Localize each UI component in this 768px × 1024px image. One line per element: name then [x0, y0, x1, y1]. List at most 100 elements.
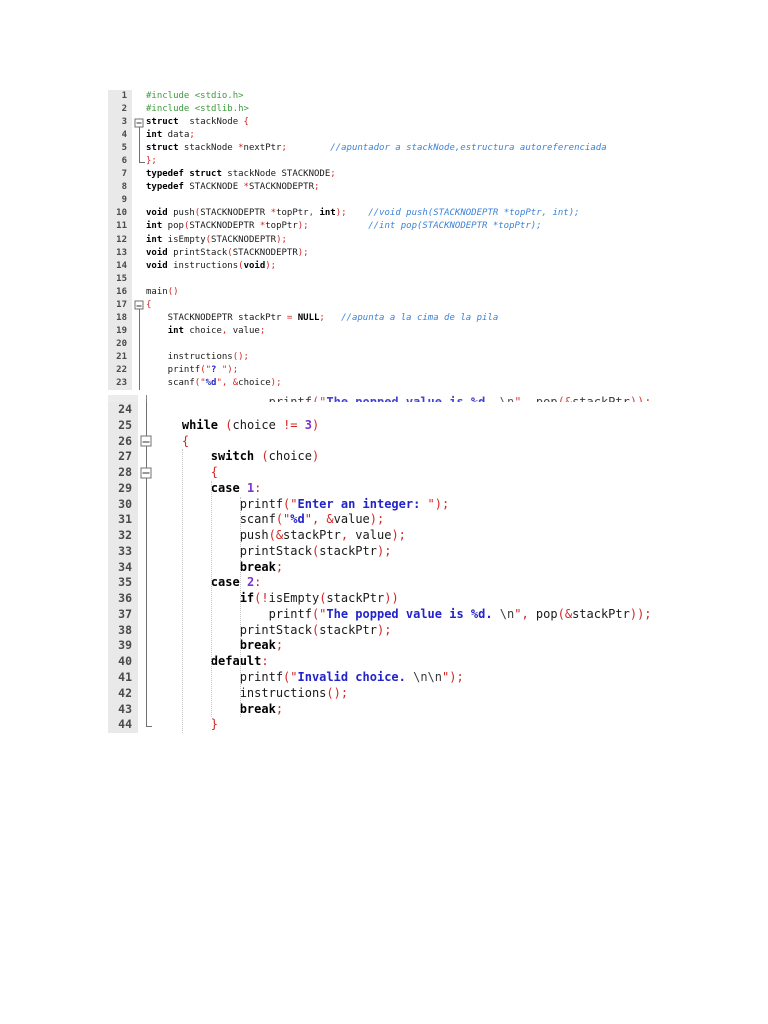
fold-marker — [138, 480, 153, 497]
line-number: 5 — [108, 142, 132, 156]
code-screenshot-bottom: printf("The popped value is %d. \n", pop… — [108, 395, 652, 734]
code-line-6: 6}; — [108, 155, 607, 169]
fold-marker — [132, 259, 146, 273]
line-number: 6 — [108, 155, 132, 169]
fold-marker — [138, 433, 153, 450]
line-number: 23 — [108, 377, 132, 391]
fold-marker — [138, 449, 153, 466]
line-number: 32 — [108, 528, 138, 544]
code-text: printf("Enter an integer: "); — [153, 496, 450, 511]
fold-collapse-icon — [134, 118, 144, 128]
code-text: scanf("%d", &choice); — [146, 378, 282, 389]
code-line-32: 32 push(&stackPtr, value); — [108, 528, 652, 544]
line-number: 22 — [108, 363, 132, 378]
line-number: 13 — [108, 246, 132, 260]
line-number: 15 — [108, 272, 132, 286]
code-line-27: 27 switch (choice) — [108, 449, 652, 466]
line-number: 29 — [108, 480, 138, 497]
code-line-15: 15 — [108, 272, 607, 286]
fold-marker — [132, 233, 146, 247]
code-text: printf("The popped value is %d. \n", pop… — [153, 606, 652, 621]
line-number: 38 — [108, 622, 138, 639]
fold-marker — [132, 246, 146, 260]
code-line-35: 35 case 2: — [108, 575, 652, 592]
fold-marker — [132, 194, 146, 208]
code-line-18: 18 STACKNODEPTR stackPtr = NULL; //apunt… — [108, 311, 607, 325]
line-number: 2 — [108, 103, 132, 117]
fold-marker — [138, 638, 153, 655]
line-number: 16 — [108, 285, 132, 299]
code-text: case 2: — [210, 575, 262, 590]
code-text: case 1: — [210, 480, 262, 495]
code-text: printf("? "); — [146, 364, 239, 375]
line-number: 26 — [108, 433, 138, 450]
code-line-31: 31 scanf("%d", &value); — [108, 512, 652, 529]
code-text: struct stackNode { — [146, 117, 249, 128]
line-number: 25 — [108, 417, 138, 434]
code-text: { — [210, 465, 219, 480]
line-number: 34 — [108, 559, 138, 576]
code-text: main() — [146, 286, 179, 297]
fold-marker — [132, 142, 146, 156]
line-number: 18 — [108, 311, 132, 325]
line-number: 14 — [108, 259, 132, 273]
code-line-39: 39 break; — [108, 638, 652, 655]
fold-marker — [132, 311, 146, 325]
code-line-43: 43 break; — [108, 701, 652, 718]
fold-marker — [138, 717, 153, 734]
line-number: 44 — [108, 717, 138, 734]
line-number — [108, 395, 138, 402]
code-line-5: 5 struct stackNode *nextPtr; //apuntador … — [108, 142, 607, 156]
fold-marker — [138, 575, 153, 592]
fold-marker — [138, 402, 153, 418]
line-number: 31 — [108, 512, 138, 529]
fold-marker — [132, 155, 146, 169]
fold-marker — [138, 496, 153, 513]
fold-marker — [132, 103, 146, 117]
code-text: int choice, value; — [167, 325, 266, 336]
line-number: 33 — [108, 543, 138, 560]
line-number: 27 — [108, 449, 138, 466]
line-number: 11 — [108, 220, 132, 234]
fold-marker — [132, 207, 146, 221]
fold-marker — [132, 272, 146, 286]
fold-marker — [138, 701, 153, 718]
fold-marker — [138, 395, 153, 402]
code-line-1: 1 #include <stdio.h> — [108, 90, 607, 104]
code-line-14: 14 void instructions(void); — [108, 259, 607, 273]
fold-marker — [138, 559, 153, 576]
fold-marker — [138, 685, 153, 702]
code-text: int data; — [146, 130, 195, 141]
code-line-11: 11 int pop(STACKNODEPTR *topPtr); //int p… — [108, 220, 607, 234]
indent-guide — [182, 449, 183, 733]
code-line-41: 41 printf("Invalid choice. \n\n"); — [108, 670, 652, 686]
fold-marker — [132, 337, 146, 351]
line-number: 37 — [108, 606, 138, 623]
fold-collapse-icon — [140, 435, 151, 447]
code-line-22: 22 printf("? "); — [108, 363, 607, 378]
code-line-4: 4 int data; — [108, 129, 607, 143]
code-text: switch (choice) — [210, 449, 320, 464]
fold-marker — [132, 181, 146, 195]
code-line-30: 30 printf("Enter an integer: "); — [108, 496, 652, 513]
code-line-29: 29 case 1: — [108, 480, 652, 497]
fold-marker — [138, 654, 153, 671]
cut-off-line: printf("The popped value is %d. \n", pop… — [108, 395, 652, 402]
code-line-36: 36 if(!isEmpty(stackPtr)) — [108, 591, 652, 607]
line-number: 40 — [108, 654, 138, 671]
fold-collapse-icon — [134, 300, 144, 310]
fold-marker — [138, 591, 153, 607]
line-number: 36 — [108, 591, 138, 607]
fold-marker — [138, 606, 153, 623]
line-number: 28 — [108, 465, 138, 481]
code-line-26: 26 { — [108, 433, 652, 450]
fold-marker — [138, 417, 153, 434]
code-text: break; — [239, 638, 284, 653]
code-text: } — [210, 717, 219, 732]
fold-marker — [138, 670, 153, 686]
code-text: instructions(); — [146, 351, 249, 362]
code-text: STACKNODEPTR stackPtr = NULL; //apunta a… — [146, 312, 499, 323]
code-screenshot-top: 1 #include <stdio.h> 2 #include <stdlib.h> 3… — [108, 90, 607, 391]
code-line-7: 7 typedef struct stackNode STACKNODE; — [108, 168, 607, 182]
line-number: 8 — [108, 181, 132, 195]
